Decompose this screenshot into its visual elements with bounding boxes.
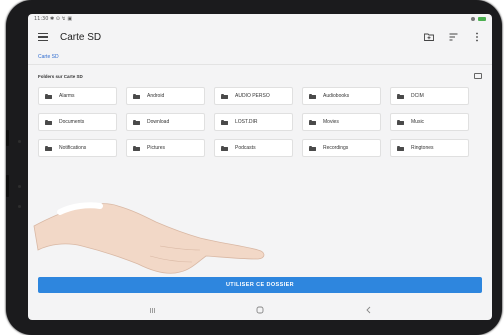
volume-button — [6, 175, 9, 197]
folder-icon — [133, 119, 140, 125]
folder-label: Notifications — [59, 145, 87, 151]
folder-item[interactable]: AUDIO PERSO — [214, 87, 293, 105]
folder-icon — [45, 93, 52, 99]
folder-item[interactable]: Recordings — [302, 139, 381, 157]
folder-item[interactable]: Ringtones — [390, 139, 469, 157]
folder-label: Movies — [323, 119, 339, 125]
use-folder-button[interactable]: UTILISER CE DOSSIER — [38, 277, 482, 293]
camera-dot — [18, 140, 21, 143]
folder-icon — [221, 119, 228, 125]
screen: 11:30 ✱ ⊙ ↯ ▣ Carte SD Carte SD Folders … — [28, 14, 492, 320]
folder-icon — [309, 145, 316, 151]
section-title: Folders sur Carte SD — [38, 73, 83, 79]
folder-label: Ringtones — [411, 145, 434, 151]
folder-label: Audiobooks — [323, 93, 350, 99]
folder-label: Pictures — [147, 145, 166, 151]
grid-view-icon[interactable] — [474, 73, 482, 79]
folder-icon — [133, 145, 140, 151]
folder-icon — [221, 145, 228, 151]
folder-label: Android — [147, 93, 165, 99]
folder-label: Recordings — [323, 145, 349, 151]
folder-item[interactable]: Android — [126, 87, 205, 105]
system-nav-bar — [28, 300, 492, 320]
folder-icon — [397, 93, 404, 99]
folder-item[interactable]: LOST.DIR — [214, 113, 293, 131]
app-bar: Carte SD — [28, 24, 492, 50]
recents-icon[interactable] — [148, 306, 156, 314]
folder-label: LOST.DIR — [235, 119, 258, 125]
folder-icon — [397, 145, 404, 151]
section-header: Folders sur Carte SD — [28, 67, 492, 85]
folder-icon — [221, 93, 228, 99]
home-icon[interactable] — [256, 306, 264, 314]
folder-label: Podcasts — [235, 145, 256, 151]
status-time: 11:30 ✱ ⊙ ↯ ▣ — [34, 16, 73, 22]
folder-item[interactable]: Download — [126, 113, 205, 131]
folder-label: DCIM — [411, 93, 424, 99]
folder-icon — [309, 93, 316, 99]
sensor-dot — [18, 205, 21, 208]
status-bar: 11:30 ✱ ⊙ ↯ ▣ — [28, 14, 492, 24]
folder-item[interactable]: Podcasts — [214, 139, 293, 157]
folder-item[interactable]: Audiobooks — [302, 87, 381, 105]
folder-icon — [45, 145, 52, 151]
folder-icon — [309, 119, 316, 125]
power-button — [6, 130, 9, 146]
folder-label: Documents — [59, 119, 85, 125]
folder-label: Music — [411, 119, 425, 125]
menu-icon[interactable] — [38, 33, 48, 41]
back-icon[interactable] — [364, 306, 372, 314]
folder-item[interactable]: DCIM — [390, 87, 469, 105]
more-vert-icon[interactable] — [472, 32, 482, 42]
folder-item[interactable]: Alarms — [38, 87, 117, 105]
folder-icon — [133, 93, 140, 99]
sensor-dot — [18, 185, 21, 188]
page-title: Carte SD — [60, 31, 102, 43]
folder-label: Alarms — [59, 93, 75, 99]
breadcrumb[interactable]: Carte SD — [28, 50, 492, 65]
status-icons — [471, 17, 486, 21]
folder-label: AUDIO PERSO — [235, 93, 270, 99]
wifi-icon — [471, 17, 475, 21]
battery-icon — [478, 17, 486, 21]
folder-grid: Alarms Android AUDIO PERSO Audiobooks DC… — [28, 87, 492, 157]
folder-item[interactable]: Movies — [302, 113, 381, 131]
tablet-device: 11:30 ✱ ⊙ ↯ ▣ Carte SD Carte SD Folders … — [6, 0, 502, 335]
folder-item[interactable]: Notifications — [38, 139, 117, 157]
folder-item[interactable]: Pictures — [126, 139, 205, 157]
folder-label: Download — [147, 119, 170, 125]
folder-item[interactable]: Documents — [38, 113, 117, 131]
folder-icon — [45, 119, 52, 125]
new-folder-icon[interactable] — [424, 32, 434, 42]
folder-item[interactable]: Music — [390, 113, 469, 131]
folder-icon — [397, 119, 404, 125]
sort-icon[interactable] — [448, 32, 458, 42]
